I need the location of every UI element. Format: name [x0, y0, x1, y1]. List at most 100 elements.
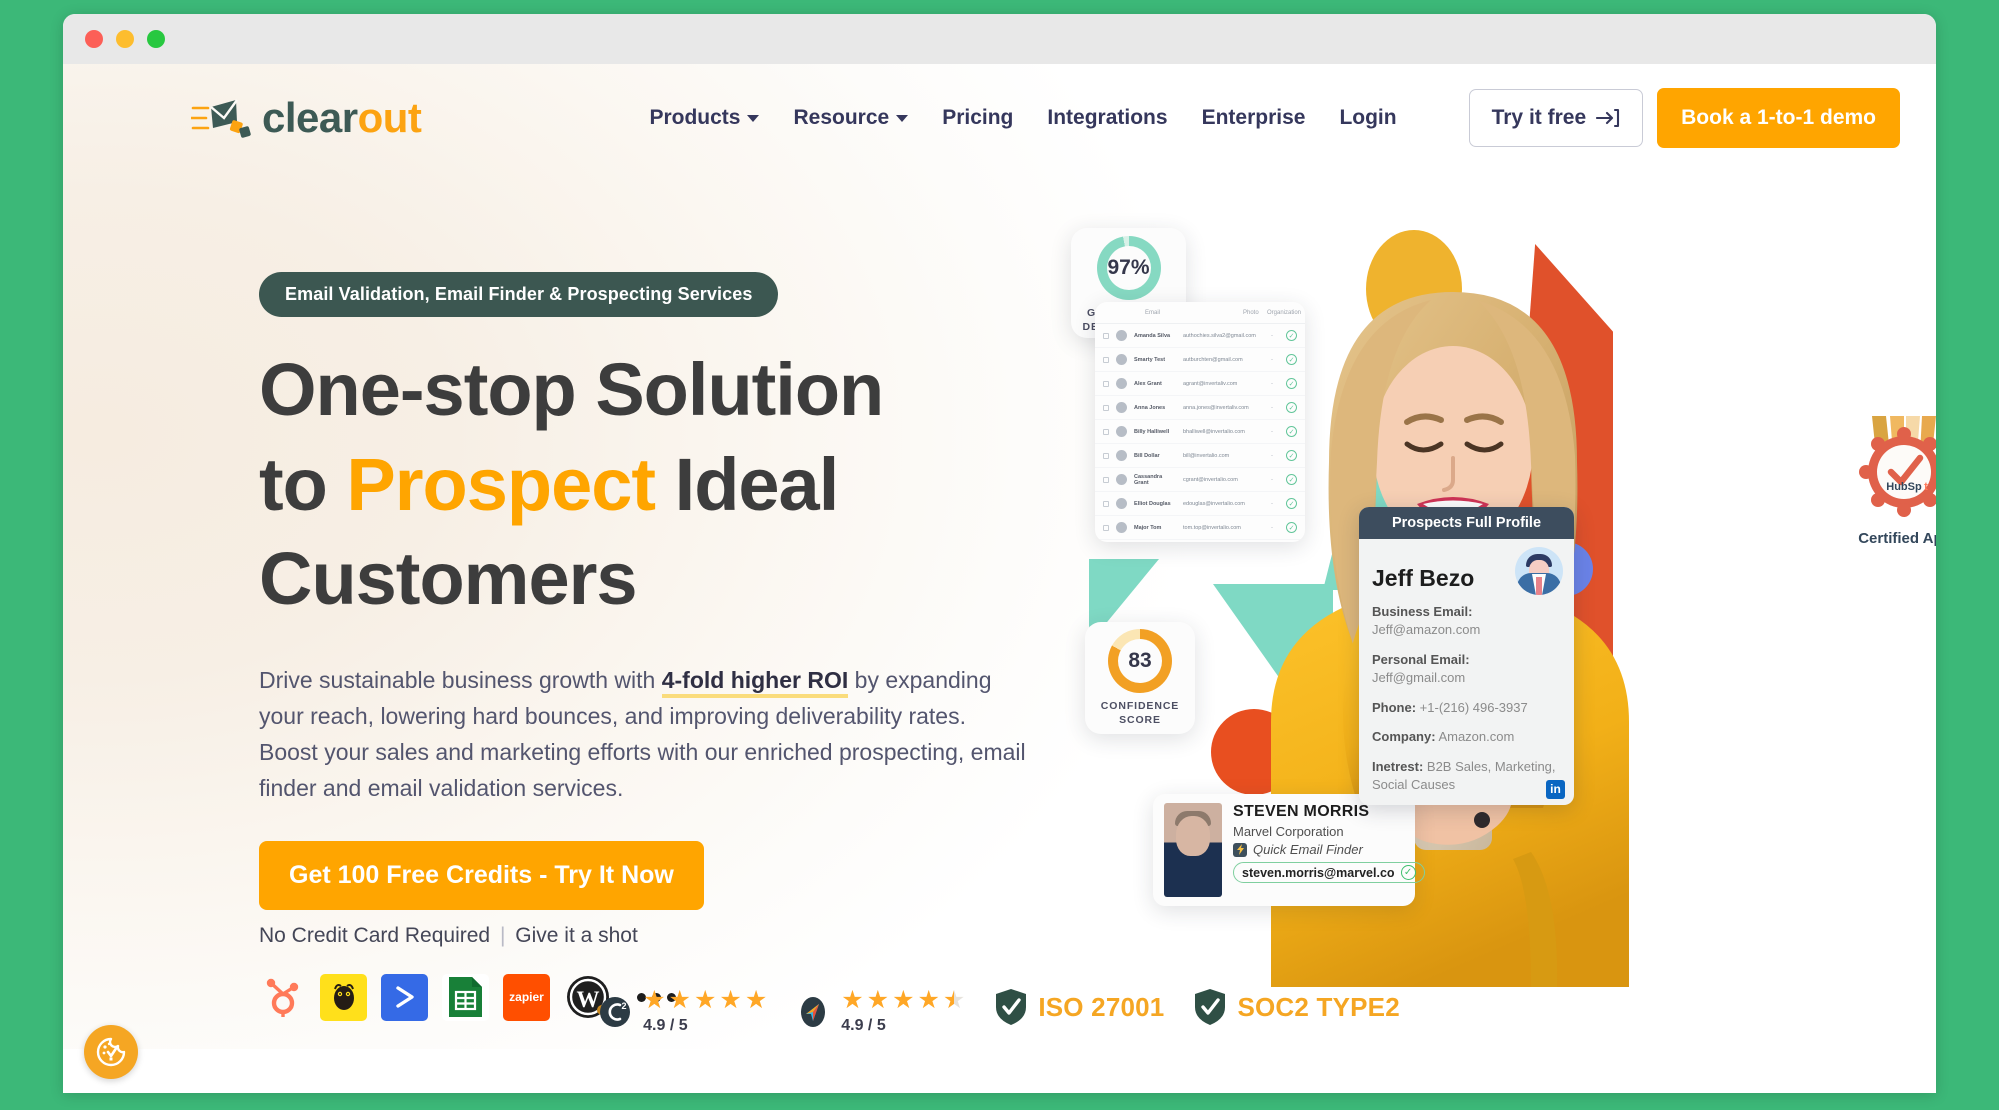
row-checkbox[interactable]: [1103, 500, 1109, 507]
confidence-caption-line1: CONFIDENCE: [1100, 700, 1180, 713]
rating-capterra: ★ ★ ★ ★ ★ 4.9 / 5: [797, 988, 965, 1035]
row-name: Elliot Douglas: [1134, 500, 1171, 507]
row-checkbox[interactable]: [1103, 428, 1109, 435]
trust-bar: 2 ★ ★ ★ ★ ★ 4.9 / 5 ★ ★ ★ ★ ★ 4.9 / 5 IS…: [63, 988, 1936, 1035]
svg-text:2: 2: [622, 1001, 627, 1011]
nav-item-products[interactable]: Products: [649, 106, 760, 130]
row-photo-cell: -: [1271, 476, 1273, 483]
hero-badge: Email Validation, Email Finder & Prospec…: [259, 272, 779, 317]
confidence-caption: CONFIDENCE SCORE: [1101, 700, 1179, 727]
nav-item-resource[interactable]: Resource: [793, 106, 909, 130]
window-close-button[interactable]: [85, 30, 103, 48]
row-photo-cell: -: [1271, 404, 1273, 411]
profile-field: Company: Amazon.com: [1372, 728, 1561, 746]
row-name: Billy Halliwell: [1134, 428, 1170, 435]
email-list-row[interactable]: Garry Genderggender@invertalio.com-✓: [1095, 540, 1305, 542]
cookie-consent-button[interactable]: [84, 1025, 138, 1079]
nav-item-login-label: Login: [1339, 106, 1397, 129]
get-free-credits-button[interactable]: Get 100 Free Credits - Try It Now: [259, 840, 704, 910]
star-icon: ★: [693, 986, 717, 1014]
page-title: One-stop Solution to Prospect Ideal Cust…: [259, 343, 1049, 627]
book-demo-button[interactable]: Book a 1-to-1 demo: [1657, 88, 1900, 148]
profile-fields: Business Email: Jeff@amazon.com Personal E…: [1372, 603, 1561, 795]
hero-copy: Email Validation, Email Finder & Prospec…: [259, 272, 1049, 1021]
row-avatar: [1116, 498, 1127, 509]
profile-field-value: Jeff@amazon.com: [1372, 622, 1481, 638]
profile-field-label: Phone:: [1372, 699, 1417, 715]
profile-card-header: Prospects Full Profile: [1359, 507, 1574, 539]
steven-email: steven.morris@marvel.co: [1242, 865, 1395, 880]
row-name: Bill Dollar: [1134, 452, 1160, 459]
cta-note-separator: |: [499, 923, 506, 947]
window-minimize-button[interactable]: [116, 30, 134, 48]
window-maximize-button[interactable]: [147, 30, 165, 48]
g2-stars: ★ ★ ★ ★ ★: [643, 988, 767, 1013]
row-email: agrant@invertaliv.com: [1183, 380, 1238, 387]
steven-name: STEVEN MORRIS: [1233, 803, 1370, 820]
email-list-row[interactable]: Amanda Silva authochies.silva2@gmail.com -…: [1095, 324, 1305, 348]
email-list-row[interactable]: Major Tom tom.top@invertalio.com - ✓: [1095, 516, 1305, 540]
site-header: clearout Products Resource Pricing Integ…: [63, 64, 1936, 172]
shield-check-icon: [996, 989, 1027, 1025]
confidence-caption-line2: SCORE: [1119, 713, 1161, 726]
row-checkbox[interactable]: [1103, 356, 1109, 363]
row-name: Major Tom: [1134, 524, 1162, 531]
profile-field-label: Personal Email:: [1372, 651, 1470, 667]
row-email: bill@invertalio.com: [1183, 452, 1230, 459]
nav-item-resource-label: Resource: [793, 106, 890, 129]
quick-email-finder-label: Quick Email Finder: [1253, 842, 1363, 857]
row-checkbox[interactable]: [1103, 524, 1109, 531]
nav-item-pricing-label: Pricing: [942, 106, 1014, 129]
profile-field: Inetrest: B2B Sales, Marketing, Social C…: [1372, 758, 1561, 795]
browser-titlebar: [63, 14, 1936, 64]
cookie-consent-icon: [96, 1037, 126, 1067]
email-list-row[interactable]: Elliot Douglas edouglas@invertalio.com - ✓: [1095, 492, 1305, 516]
row-email: bhalliwell@invertalio.com: [1183, 428, 1245, 435]
row-checkbox[interactable]: [1103, 380, 1109, 387]
capterra-rating: ★ ★ ★ ★ ★ 4.9 / 5: [841, 988, 965, 1035]
email-list-row[interactable]: Billy Halliwell bhalliwell@invertalio.com…: [1095, 420, 1305, 444]
row-checkbox[interactable]: [1103, 332, 1109, 339]
email-list-header: Email Photo Organization: [1095, 302, 1305, 324]
email-list-row[interactable]: Smarty Test autburchten@gmail.com - ✓: [1095, 348, 1305, 372]
profile-field-value: +1-(216) 496-3937: [1416, 699, 1528, 715]
capterra-stars: ★ ★ ★ ★ ★: [841, 988, 965, 1013]
hero-description-pre: Drive sustainable business growth with: [259, 667, 662, 694]
linkedin-icon[interactable]: in: [1546, 779, 1565, 799]
avatar-face: [1176, 816, 1210, 857]
nav-item-login[interactable]: Login: [1339, 106, 1396, 130]
email-list-row[interactable]: Alex Grant agrant@invertaliv.com - ✓: [1095, 372, 1305, 396]
svg-text:t: t: [1924, 481, 1928, 493]
email-list-row[interactable]: Cassandra Grant cgrant@invertalio.com - ✓: [1095, 468, 1305, 492]
nav-item-enterprise[interactable]: Enterprise: [1202, 106, 1306, 130]
row-checkbox[interactable]: [1103, 476, 1109, 483]
page-bottom-strip: [63, 1049, 1936, 1093]
row-avatar: [1116, 354, 1127, 365]
nav-item-pricing[interactable]: Pricing: [942, 106, 1013, 130]
nav-item-integrations[interactable]: Integrations: [1047, 106, 1167, 130]
check-circle-icon: ✓: [1400, 865, 1416, 880]
star-icon: ★: [892, 986, 915, 1014]
logo-text-primary: clear: [262, 94, 358, 141]
row-checkbox[interactable]: [1103, 452, 1109, 459]
row-avatar: [1116, 378, 1127, 389]
quick-email-finder-card: STEVEN MORRIS Marvel Corporation Quick E…: [1153, 794, 1425, 906]
main-navigation: Products Resource Pricing Integrations E…: [649, 88, 1900, 148]
profile-field-value: Jeff@gmail.com: [1372, 670, 1466, 686]
svg-text:HubSp: HubSp: [1886, 481, 1922, 493]
row-checkbox[interactable]: [1103, 404, 1109, 411]
g2-icon: 2: [600, 996, 631, 1027]
avatar-tie: [1536, 577, 1542, 595]
row-avatar: [1116, 450, 1127, 461]
column-header-organization: Organization: [1267, 309, 1302, 316]
email-list-row[interactable]: Bill Dollar bill@invertalio.com - ✓: [1095, 444, 1305, 468]
row-photo-cell: -: [1271, 524, 1273, 531]
arrow-right-bracket-icon: [1596, 108, 1620, 128]
row-name: Smarty Test: [1134, 356, 1166, 363]
hubspot-medal-icon: HubSp t: [1859, 416, 1936, 517]
steven-info: STEVEN MORRIS Marvel Corporation Quick E…: [1233, 803, 1425, 897]
logo[interactable]: clearout: [191, 94, 422, 142]
email-list-row[interactable]: Anna Jones anna.jones@invertaliv.com - ✓: [1095, 396, 1305, 420]
try-it-free-button[interactable]: Try it free: [1468, 89, 1644, 147]
hero-description-emphasis: 4-fold higher ROI: [661, 667, 849, 699]
